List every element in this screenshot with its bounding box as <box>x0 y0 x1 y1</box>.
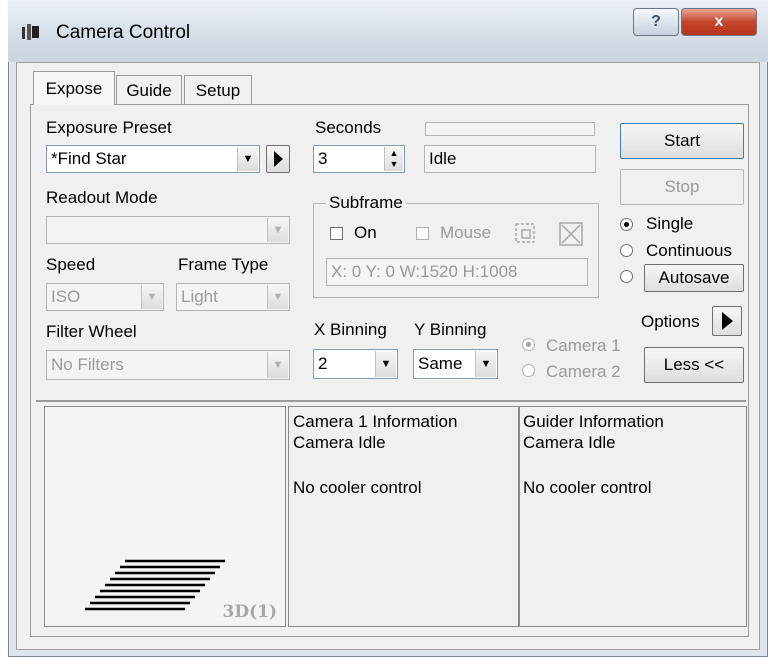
less-button[interactable]: Less << <box>644 347 744 383</box>
preset-next-button[interactable] <box>266 145 290 173</box>
tab-setup[interactable]: Setup <box>184 75 252 105</box>
status-field: Idle <box>424 145 596 173</box>
options-button[interactable] <box>712 306 742 336</box>
camera-info-cooler: No cooler control <box>293 478 422 497</box>
x-binning-label: X Binning <box>314 320 387 339</box>
seconds-value: 3 <box>318 149 328 168</box>
subframe-on-label: On <box>354 223 377 242</box>
start-button[interactable]: Start <box>620 123 744 159</box>
exposure-preset-value: *Find Star <box>51 149 127 168</box>
play-icon <box>721 312 733 330</box>
subframe-title: Subframe <box>326 193 406 213</box>
chevron-down-icon[interactable]: ▼ <box>267 218 288 242</box>
speed-value: ISO <box>51 287 81 306</box>
seconds-spinner[interactable]: ▲ ▼ <box>384 147 403 171</box>
y-binning-select[interactable]: Same ▼ <box>413 349 498 379</box>
camera1-label: Camera 1 <box>546 336 621 355</box>
subframe-mouse-checkbox[interactable] <box>416 227 429 240</box>
camera2-radio[interactable] <box>522 364 535 377</box>
readout-mode-select[interactable]: ▼ <box>46 216 290 244</box>
single-radio[interactable] <box>620 218 633 231</box>
camera1-radio[interactable] <box>522 338 535 351</box>
filter-wheel-select[interactable]: No Filters ▼ <box>46 350 290 380</box>
speed-select[interactable]: ISO ▼ <box>46 283 164 311</box>
chevron-down-icon[interactable]: ▼ <box>267 285 288 309</box>
chevron-down-icon[interactable]: ▼ <box>475 351 496 377</box>
play-icon <box>273 151 283 167</box>
status-value: Idle <box>429 149 457 168</box>
single-label: Single <box>646 214 694 233</box>
histogram-3d-icon <box>85 559 225 611</box>
chevron-down-icon[interactable]: ▼ <box>141 285 162 309</box>
window-title: Camera Control <box>56 22 191 43</box>
subframe-coords: X: 0 Y: 0 W:1520 H:1008 <box>326 258 588 286</box>
filter-wheel-label: Filter Wheel <box>46 322 137 341</box>
preview-badge: 3D(1) <box>222 602 278 622</box>
seconds-input[interactable]: 3 ▲ ▼ <box>313 145 405 173</box>
continuous-radio[interactable] <box>620 244 633 257</box>
speed-label: Speed <box>46 255 96 274</box>
readout-mode-label: Readout Mode <box>46 188 158 207</box>
preview-pane[interactable]: 3D(1) <box>44 406 286 627</box>
select-region-icon[interactable] <box>513 221 539 247</box>
subframe-on-checkbox[interactable] <box>330 227 343 240</box>
help-button[interactable]: ? <box>633 8 679 36</box>
subframe-coords-text: X: 0 Y: 0 W:1520 H:1008 <box>331 262 518 281</box>
chevron-down-icon[interactable]: ▼ <box>267 352 288 378</box>
x-binning-select[interactable]: 2 ▼ <box>313 349 398 379</box>
x-binning-value: 2 <box>318 354 328 373</box>
autosave-radio[interactable] <box>620 270 633 283</box>
chevron-down-icon[interactable]: ▼ <box>237 147 258 171</box>
frame-type-label: Frame Type <box>178 255 269 274</box>
separator <box>36 400 746 402</box>
tab-guide[interactable]: Guide <box>116 75 182 105</box>
continuous-label: Continuous <box>646 241 733 260</box>
y-binning-label: Y Binning <box>414 320 487 339</box>
guider-info-title: Guider Information <box>523 412 664 431</box>
camera-info-title: Camera 1 Information <box>293 412 458 431</box>
filter-wheel-value: No Filters <box>51 355 124 374</box>
guider-info-status: Camera Idle <box>523 433 616 452</box>
autosave-button[interactable]: Autosave <box>644 264 744 292</box>
app-camera-icon <box>20 22 42 42</box>
seconds-label: Seconds <box>315 118 382 137</box>
subframe-mouse-label: Mouse <box>440 223 492 242</box>
camera-info-status: Camera Idle <box>293 433 386 452</box>
options-label: Options <box>641 312 700 331</box>
frame-type-value: Light <box>181 287 218 306</box>
tab-expose[interactable]: Expose <box>33 71 115 105</box>
close-button[interactable]: x <box>681 8 757 36</box>
chevron-down-icon[interactable]: ▼ <box>375 351 396 377</box>
exposure-progress-bar <box>425 122 595 136</box>
guider-info-cooler: No cooler control <box>523 478 652 497</box>
exposure-preset-label: Exposure Preset <box>46 118 172 137</box>
frame-type-select[interactable]: Light ▼ <box>176 283 290 311</box>
camera2-label: Camera 2 <box>546 362 621 381</box>
y-binning-value: Same <box>418 354 463 373</box>
exposure-preset-select[interactable]: *Find Star ▼ <box>46 145 260 173</box>
stop-button[interactable]: Stop <box>620 169 744 205</box>
full-frame-icon[interactable] <box>558 221 584 247</box>
